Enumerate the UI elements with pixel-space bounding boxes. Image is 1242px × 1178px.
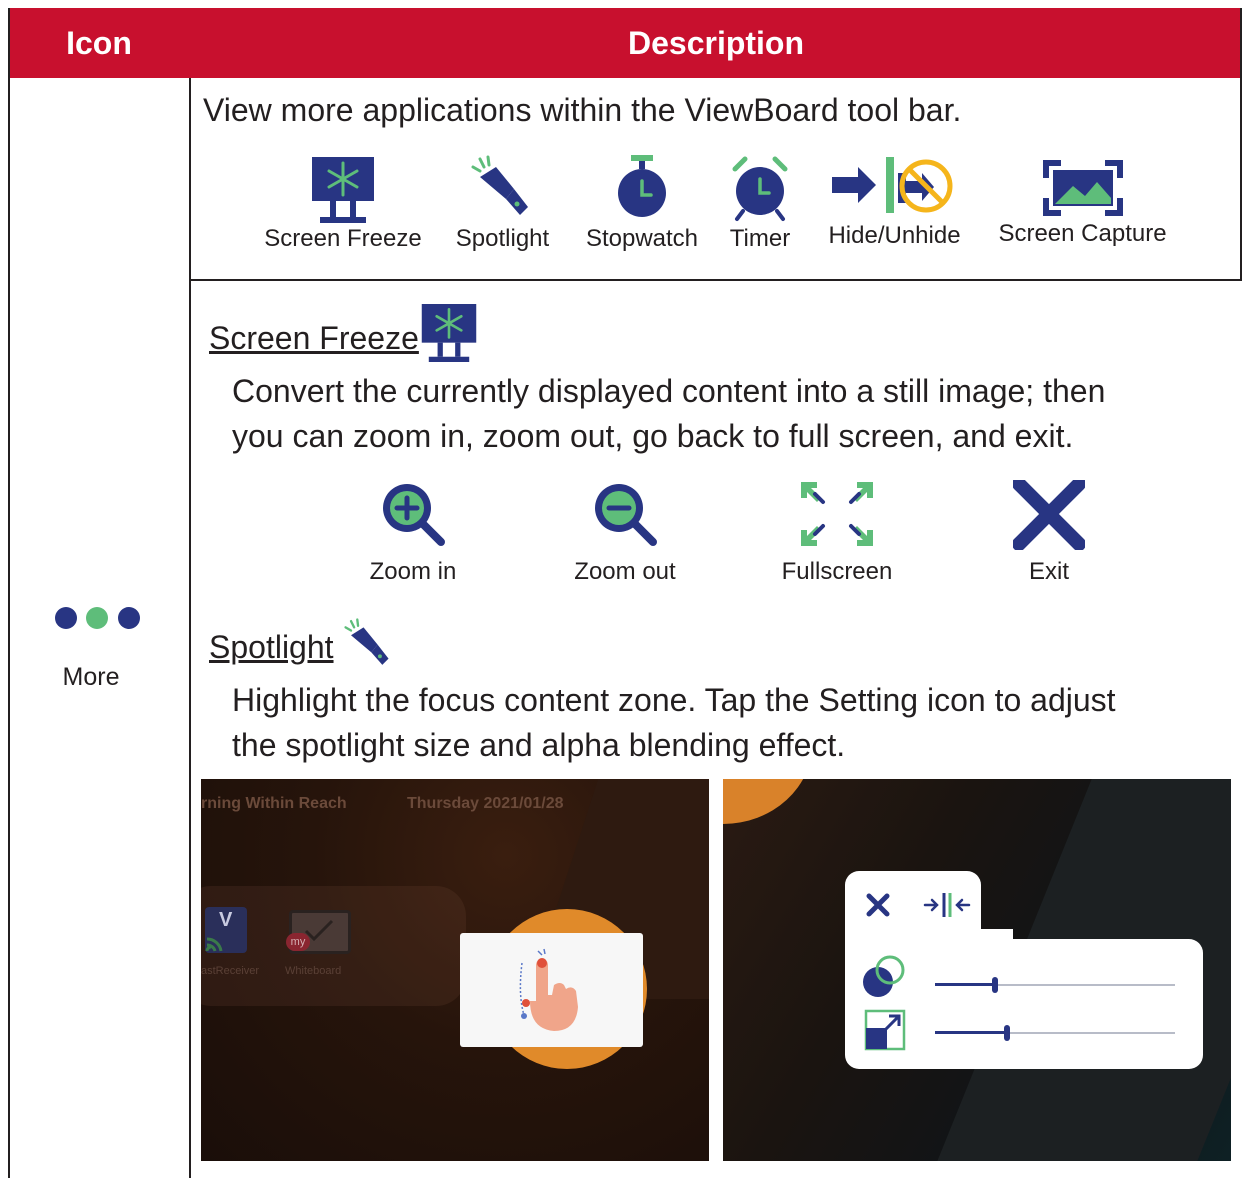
screen-capture-icon: [1042, 160, 1123, 216]
stopwatch-icon: [618, 155, 666, 217]
fullscreen-icon: [801, 482, 873, 546]
spotlight-description: Highlight the focus content zone. Tap th…: [232, 678, 1222, 768]
zoom-in-icon: [383, 484, 445, 546]
app-label-2: Whiteboard: [285, 965, 342, 977]
control-zoom-in: Zoom in: [333, 480, 493, 586]
zoom-out-icon: [595, 484, 657, 546]
spotlight-icon: [344, 618, 389, 665]
app-icon-whiteboard[interactable]: my: [286, 910, 351, 954]
app-label-1: astReceiver: [201, 965, 260, 977]
size-slider-fill: [935, 1031, 1007, 1034]
paragraph-line: Convert the currently displayed content …: [232, 373, 1106, 409]
spotlight-icon: [471, 155, 528, 215]
size-slider-thumb[interactable]: [1004, 1025, 1010, 1041]
screen-freeze-description: Convert the currently displayed content …: [232, 369, 1222, 459]
screen-freeze-title: Screen Freeze: [209, 320, 419, 356]
cast-icon: [205, 937, 223, 952]
spotlight-screenshot-1: rning Within Reach Thursday 2021/01/28 V…: [201, 779, 709, 1161]
my-badge: my: [286, 933, 310, 951]
tool-label: Hide/Unhide: [828, 222, 961, 249]
control-fullscreen: Fullscreen: [757, 480, 917, 586]
more-label: More: [62, 663, 120, 691]
tool-spotlight: Spotlight: [445, 155, 560, 253]
size-icon: [864, 1009, 906, 1051]
alpha-slider-fill: [935, 983, 995, 986]
tool-screen-capture: Screen Capture: [985, 160, 1180, 248]
tool-label: Timer: [729, 225, 791, 252]
date-text: Thursday 2021/01/28: [407, 795, 564, 812]
screen-freeze-icon: [421, 304, 477, 362]
paragraph-line: the spotlight size and alpha blending ef…: [232, 727, 846, 763]
tool-label: Screen Freeze: [264, 225, 422, 252]
alpha-slider[interactable]: [935, 977, 1175, 993]
control-label: Zoom out: [574, 558, 676, 585]
tool-timer: Timer: [720, 155, 800, 253]
table-row-divider: [189, 279, 1242, 281]
tool-label: Screen Capture: [998, 220, 1167, 247]
control-label: Fullscreen: [781, 558, 893, 585]
spotlight-title: Spotlight: [209, 629, 334, 665]
screen-freeze-icon: [312, 157, 374, 223]
header-description-column: Description: [190, 8, 1242, 78]
gesture-card: [460, 933, 643, 1047]
close-icon[interactable]: [865, 892, 891, 918]
app-icon-castreceiver[interactable]: V: [205, 907, 247, 953]
three-dots-icon: [55, 607, 140, 629]
paragraph-line: you can zoom in, zoom out, go back to fu…: [232, 418, 1074, 454]
header-icon-column: Icon: [8, 8, 191, 78]
spotlight-circle-fragment: [723, 779, 813, 824]
table-border-left: [8, 8, 10, 1178]
paragraph-line: Highlight the focus content zone. Tap th…: [232, 682, 1116, 718]
alpha-slider-thumb[interactable]: [992, 977, 998, 993]
intro-text: View more applications within the ViewBo…: [203, 92, 962, 128]
control-label: Exit: [1028, 558, 1069, 585]
timer-icon: [732, 156, 788, 221]
app-letter: V: [219, 909, 233, 931]
app-title: rning Within Reach: [201, 795, 347, 812]
drag-gesture-icon: [519, 948, 578, 1031]
table-border-middle: [189, 78, 191, 1178]
control-exit: Exit: [969, 480, 1129, 586]
alpha-blending-icon: [863, 955, 905, 997]
tool-hide-unhide: Hide/Unhide: [812, 155, 977, 250]
control-zoom-out: Zoom out: [545, 480, 705, 586]
hide-unhide-icon: [831, 157, 952, 213]
spotlight-screenshot-2: [723, 779, 1231, 1161]
control-label: Zoom in: [369, 558, 457, 585]
tool-screen-freeze: Screen Freeze: [258, 155, 428, 253]
tool-label: Spotlight: [455, 225, 550, 252]
tool-label: Stopwatch: [585, 225, 699, 252]
size-slider[interactable]: [935, 1025, 1175, 1041]
tool-stopwatch: Stopwatch: [577, 155, 707, 253]
shrink-icon[interactable]: [923, 891, 971, 919]
exit-icon: [1013, 480, 1085, 550]
